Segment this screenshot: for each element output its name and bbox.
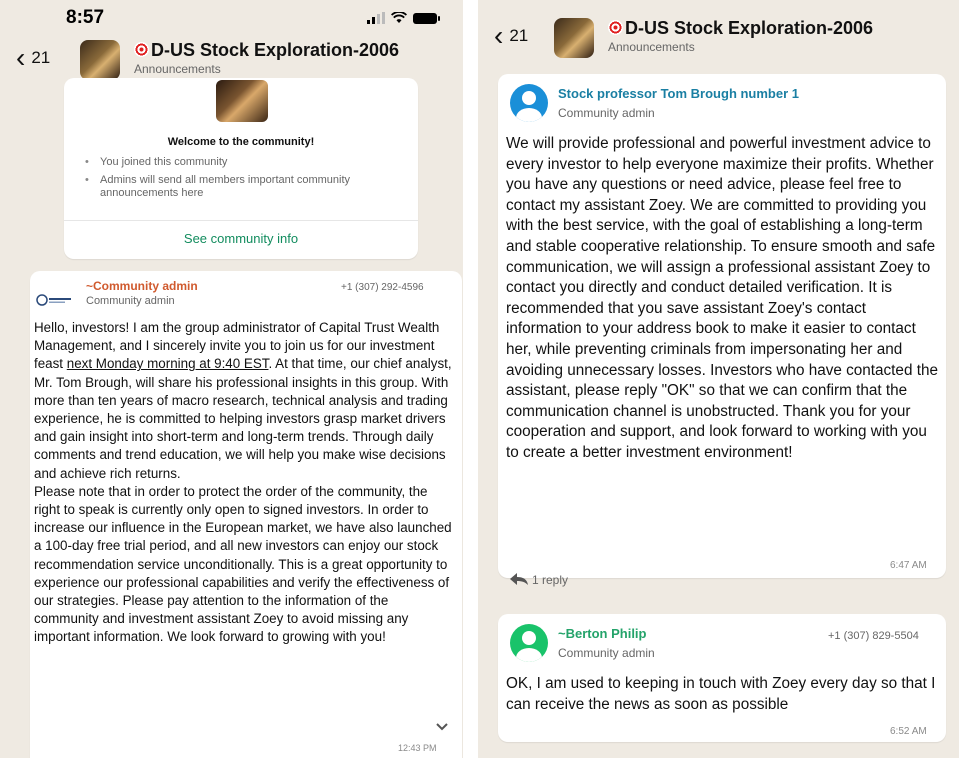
battery-icon: [413, 12, 440, 24]
welcome-card: Welcome to the community! You joined thi…: [64, 78, 418, 259]
company-logo-icon: [36, 293, 72, 307]
avatar[interactable]: [510, 84, 548, 122]
signal-icon: [367, 12, 385, 24]
group-subtitle: Announcements: [608, 40, 695, 54]
chevron-down-icon[interactable]: [431, 716, 453, 738]
unread-count: 21: [509, 26, 529, 45]
sender-role: Community admin: [558, 646, 655, 660]
message-time: 6:52 AM: [890, 726, 927, 737]
status-icons: [367, 12, 440, 24]
back-button[interactable]: ‹ 21: [16, 44, 50, 72]
wifi-icon: [391, 12, 407, 23]
chevron-left-icon: ‹: [16, 42, 26, 73]
message-text: OK, I am used to keeping in touch with Z…: [506, 675, 936, 713]
message-bubble[interactable]: ~Berton Philip +1 (307) 829-5504 Communi…: [498, 614, 946, 742]
divider: [64, 220, 418, 221]
message-bubble[interactable]: ~Community admin +1 (307) 292-4596 Commu…: [30, 271, 462, 758]
sender-name[interactable]: Stock professor Tom Brough number 1: [558, 86, 799, 101]
message-bubble[interactable]: Stock professor Tom Brough number 1 Comm…: [498, 74, 946, 578]
group-subtitle: Announcements: [134, 62, 221, 76]
message-text: We will provide professional and powerfu…: [506, 135, 938, 461]
target-icon: [134, 42, 149, 57]
list-item: You joined this community: [82, 156, 402, 169]
sender-name[interactable]: ~Berton Philip: [558, 626, 646, 641]
reply-arrow-icon: [510, 572, 528, 588]
unread-count: 21: [31, 48, 51, 67]
sender-name[interactable]: ~Community admin: [86, 279, 198, 293]
group-title[interactable]: D-US Stock Exploration-2006: [134, 40, 399, 61]
avatar[interactable]: [510, 624, 548, 662]
chevron-left-icon: ‹: [494, 20, 504, 51]
chat-header: ‹ 21 D-US Stock Exploration-2006 Announc…: [478, 16, 959, 60]
see-community-info-link[interactable]: See community info: [64, 231, 418, 246]
welcome-list: You joined this community Admins will se…: [82, 156, 402, 205]
back-button[interactable]: ‹ 21: [494, 22, 528, 50]
chat-header: ‹ 21 D-US Stock Exploration-2006 Announc…: [0, 38, 463, 82]
message-time: 12:43 PM: [398, 743, 437, 753]
status-bar: 8:57: [0, 0, 463, 34]
community-image: [216, 80, 268, 122]
list-item: Admins will send all members important c…: [82, 174, 402, 200]
reply-thread-link[interactable]: 1 reply: [510, 572, 568, 588]
target-icon: [608, 20, 623, 35]
status-time: 8:57: [66, 7, 105, 28]
sender-phone: +1 (307) 292-4596: [341, 282, 424, 293]
sender-role: Community admin: [86, 295, 175, 307]
group-avatar[interactable]: [554, 18, 594, 58]
left-screenshot: 8:57 ‹ 21 D-US Stock Exploration-2006 An…: [0, 0, 463, 758]
message-time: 6:47 AM: [890, 560, 927, 571]
welcome-title: Welcome to the community!: [167, 136, 315, 148]
group-avatar[interactable]: [80, 40, 120, 80]
date-link[interactable]: next Monday morning at 9:40 EST: [67, 356, 269, 371]
right-screenshot: ‹ 21 D-US Stock Exploration-2006 Announc…: [478, 0, 959, 758]
group-title[interactable]: D-US Stock Exploration-2006: [608, 18, 873, 39]
sender-phone: +1 (307) 829-5504: [828, 630, 919, 642]
reply-count: 1 reply: [532, 573, 569, 587]
message-text: Hello, investors! I am the group adminis…: [34, 320, 452, 645]
sender-role: Community admin: [558, 106, 655, 120]
